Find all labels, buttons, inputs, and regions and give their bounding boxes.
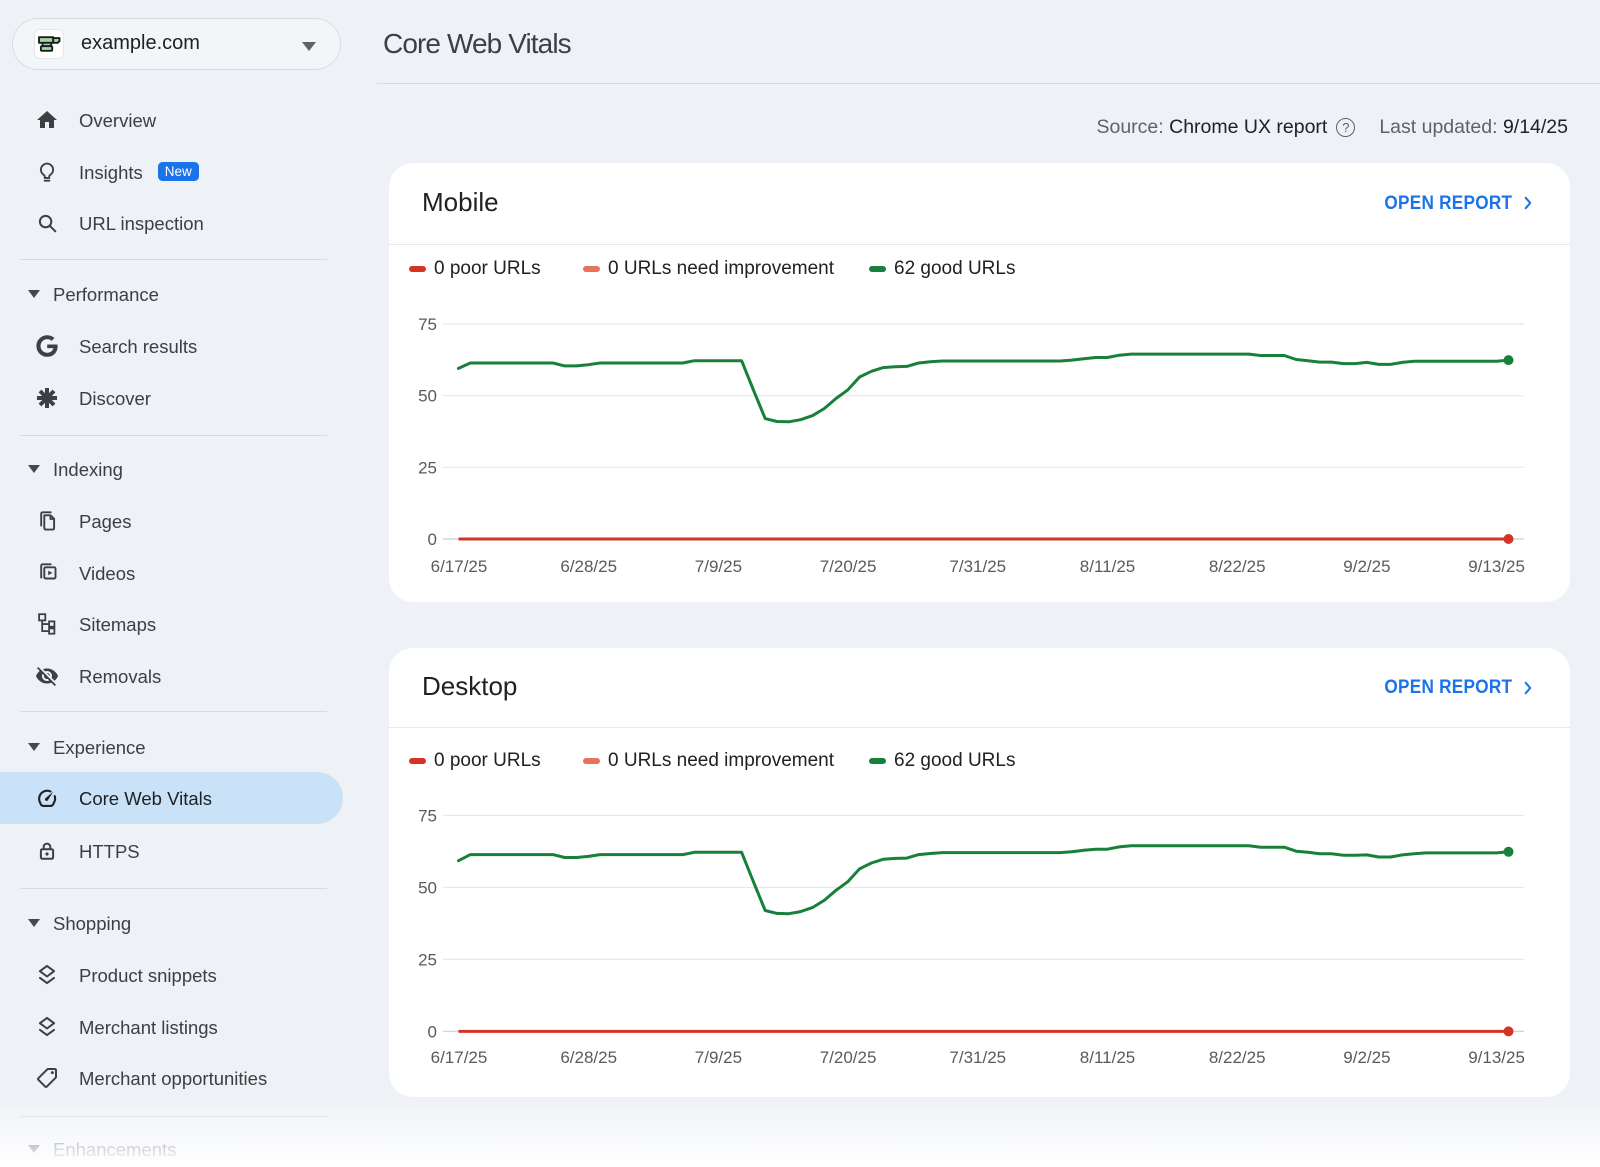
svg-text:8/22/25: 8/22/25 [1209,557,1266,576]
svg-text:6/28/25: 6/28/25 [560,557,617,576]
svg-text:50: 50 [418,879,437,898]
svg-text:0: 0 [428,1022,437,1041]
svg-text:9/2/25: 9/2/25 [1343,1048,1390,1067]
svg-text:75: 75 [418,315,437,334]
svg-text:7/20/25: 7/20/25 [820,1048,877,1067]
svg-text:6/17/25: 6/17/25 [431,557,488,576]
svg-text:50: 50 [418,387,437,406]
svg-text:8/11/25: 8/11/25 [1080,1048,1135,1067]
svg-text:7/31/25: 7/31/25 [949,1048,1006,1067]
svg-text:7/20/25: 7/20/25 [820,557,877,576]
svg-text:7/31/25: 7/31/25 [949,557,1006,576]
svg-text:25: 25 [418,950,437,969]
svg-text:8/22/25: 8/22/25 [1209,1048,1266,1067]
svg-text:7/9/25: 7/9/25 [695,557,742,576]
svg-text:6/17/25: 6/17/25 [431,1048,488,1067]
svg-text:0: 0 [428,530,437,549]
svg-text:25: 25 [418,458,437,477]
svg-text:9/13/25: 9/13/25 [1468,1048,1525,1067]
svg-text:9/2/25: 9/2/25 [1343,557,1390,576]
svg-text:75: 75 [418,807,437,826]
svg-text:6/28/25: 6/28/25 [560,1048,617,1067]
svg-text:9/13/25: 9/13/25 [1468,557,1525,576]
svg-text:7/9/25: 7/9/25 [695,1048,742,1067]
svg-text:8/11/25: 8/11/25 [1080,557,1135,576]
